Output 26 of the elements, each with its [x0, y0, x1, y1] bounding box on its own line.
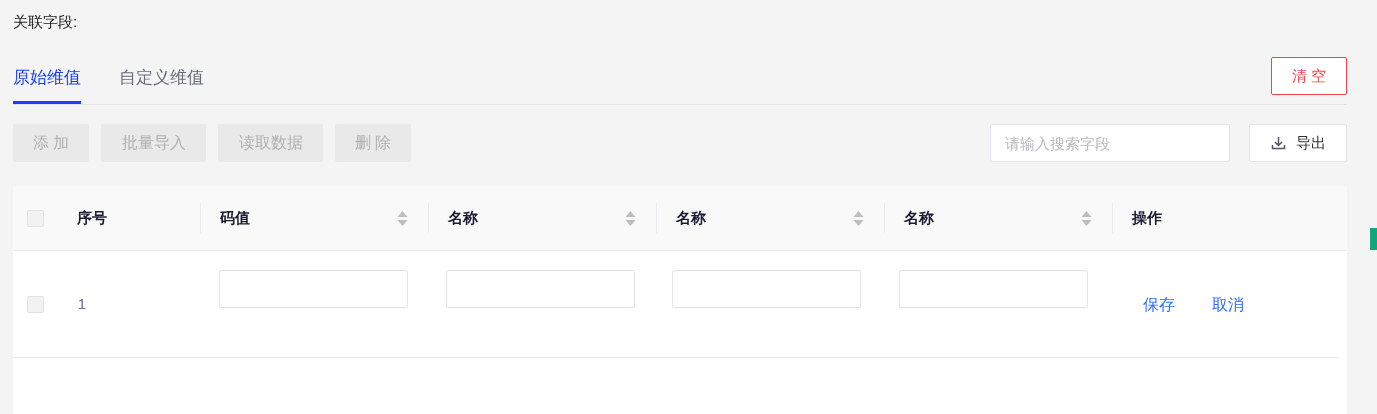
- column-header: 名称: [904, 207, 934, 228]
- sort-icon[interactable]: [397, 209, 408, 227]
- side-marker: [1370, 228, 1377, 250]
- action-link[interactable]: 保存: [1143, 293, 1176, 317]
- input-field[interactable]: [672, 270, 862, 308]
- export-button[interactable]: 导出: [1249, 124, 1347, 162]
- download-icon: [1270, 136, 1286, 150]
- checkbox[interactable]: [27, 295, 44, 313]
- tab[interactable]: 自定义维值: [119, 62, 204, 104]
- column-header: 序号: [77, 207, 107, 228]
- column-header: 码值: [220, 207, 250, 228]
- column-header: 名称: [448, 207, 478, 228]
- tab[interactable]: 原始维值: [13, 62, 81, 104]
- input-field[interactable]: [898, 270, 1088, 308]
- sort-icon[interactable]: [1081, 209, 1092, 227]
- field-label: 关联字段:: [13, 12, 79, 30]
- input-field[interactable]: [445, 270, 635, 308]
- clear-button[interactable]: 清 空: [1271, 57, 1347, 95]
- sort-icon[interactable]: [853, 209, 864, 227]
- search-field[interactable]: 请输入搜索字段: [990, 124, 1230, 162]
- sort-icon[interactable]: [625, 209, 636, 227]
- row-index: 1: [77, 293, 87, 314]
- column-header: 操作: [1132, 207, 1162, 228]
- column-header: 名称: [676, 207, 706, 228]
- input-field[interactable]: [218, 270, 408, 308]
- action-link[interactable]: 取消: [1212, 293, 1245, 317]
